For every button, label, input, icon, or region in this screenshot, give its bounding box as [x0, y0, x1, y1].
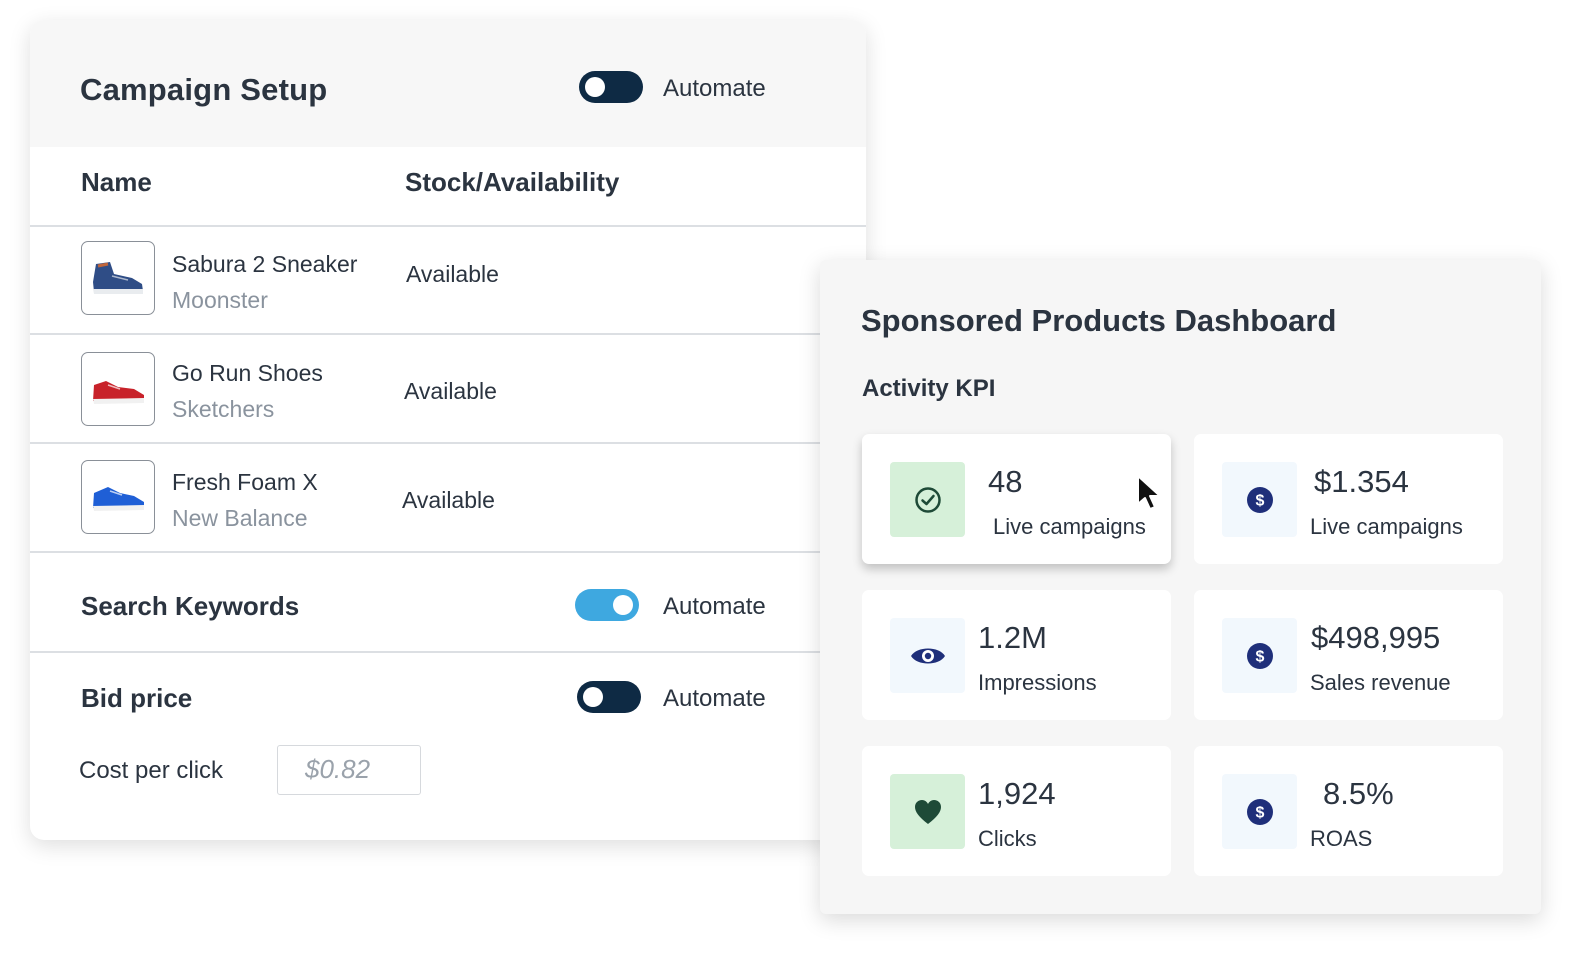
product-stock: Available	[402, 487, 495, 513]
kpi-card-live-campaigns-spend[interactable]: $ $1.354 Live campaigns	[1194, 434, 1503, 564]
product-thumbnail	[81, 460, 155, 534]
svg-text:$: $	[1255, 648, 1264, 665]
check-circle-icon	[914, 486, 941, 513]
kpi-label: ROAS	[1310, 826, 1373, 851]
bid-price-automate-toggle[interactable]	[577, 681, 641, 713]
product-stock: Available	[406, 261, 499, 287]
campaign-automate-label: Automate	[663, 75, 766, 102]
kpi-icon-box	[890, 462, 965, 537]
product-name: Fresh Foam X	[172, 469, 318, 495]
kpi-card-roas[interactable]: $ 8.5% ROAS	[1194, 746, 1503, 876]
kpi-label: Impressions	[978, 670, 1097, 695]
column-header-name: Name	[81, 167, 152, 197]
cost-per-click-input[interactable]: $0.82	[277, 745, 421, 795]
product-thumbnail	[81, 241, 155, 315]
toggle-knob	[583, 687, 603, 707]
campaign-setup-panel: Campaign Setup Automate Name Stock/Avail…	[30, 20, 866, 840]
bid-price-automate-label: Automate	[663, 685, 766, 712]
dollar-icon: $	[1246, 486, 1273, 513]
product-row[interactable]: Fresh Foam X New Balance Available	[30, 443, 866, 551]
product-brand: New Balance	[172, 505, 308, 531]
divider	[30, 651, 866, 653]
cost-per-click-label: Cost per click	[79, 757, 224, 784]
product-stock: Available	[404, 378, 497, 404]
kpi-card-live-campaigns[interactable]: 48 Live campaigns	[862, 434, 1171, 564]
product-row[interactable]: Sabura 2 Sneaker Moonster Available	[30, 226, 866, 334]
kpi-icon-box: $	[1222, 774, 1297, 849]
search-keywords-automate-label: Automate	[663, 593, 766, 620]
kpi-value: $1.354	[1314, 464, 1409, 499]
dashboard-title: Sponsored Products Dashboard	[861, 303, 1337, 338]
dollar-icon: $	[1246, 642, 1273, 669]
divider	[30, 551, 866, 553]
product-name: Sabura 2 Sneaker	[172, 251, 358, 277]
svg-text:$: $	[1255, 492, 1264, 509]
dollar-icon: $	[1246, 798, 1273, 825]
campaign-setup-title: Campaign Setup	[80, 72, 328, 107]
toggle-knob	[613, 595, 633, 615]
product-name: Go Run Shoes	[172, 360, 323, 386]
kpi-value: $498,995	[1311, 620, 1441, 655]
product-brand: Sketchers	[172, 396, 275, 422]
campaign-setup-header: Campaign Setup Automate	[30, 20, 866, 147]
svg-text:$: $	[1255, 804, 1264, 821]
search-keywords-title: Search Keywords	[81, 591, 300, 621]
mouse-pointer-icon	[1137, 475, 1161, 510]
product-thumbnail	[81, 352, 155, 426]
product-row[interactable]: Go Run Shoes Sketchers Available	[30, 334, 866, 442]
kpi-value: 8.5%	[1323, 776, 1394, 811]
kpi-card-sales-revenue[interactable]: $ $498,995 Sales revenue	[1194, 590, 1503, 720]
campaign-automate-toggle[interactable]	[579, 71, 643, 103]
sponsored-products-dashboard: Sponsored Products Dashboard Activity KP…	[820, 260, 1541, 914]
eye-icon	[910, 648, 945, 663]
kpi-card-impressions[interactable]: 1.2M Impressions	[862, 590, 1171, 720]
kpi-value: 48	[988, 464, 1023, 499]
kpi-label: Live campaigns	[993, 514, 1146, 539]
kpi-icon-box	[890, 618, 965, 693]
toggle-knob	[585, 77, 605, 97]
search-keywords-automate-toggle[interactable]	[575, 589, 639, 621]
bid-price-title: Bid price	[81, 683, 193, 713]
kpi-label: Live campaigns	[1310, 514, 1463, 539]
kpi-label: Clicks	[978, 826, 1037, 851]
column-header-stock: Stock/Availability	[405, 167, 620, 197]
running-shoe-icon	[93, 487, 144, 511]
kpi-value: 1.2M	[978, 620, 1047, 655]
kpi-icon-box: $	[1222, 618, 1297, 693]
kpi-icon-box	[890, 774, 965, 849]
kpi-card-clicks[interactable]: 1,924 Clicks	[862, 746, 1171, 876]
kpi-value: 1,924	[978, 776, 1056, 811]
activity-kpi-heading: Activity KPI	[862, 375, 996, 402]
heart-icon	[914, 799, 941, 824]
sneaker-icon	[93, 262, 143, 294]
kpi-label: Sales revenue	[1310, 670, 1451, 695]
product-brand: Moonster	[172, 287, 268, 313]
kpi-icon-box: $	[1222, 462, 1297, 537]
running-shoe-icon	[93, 381, 144, 404]
